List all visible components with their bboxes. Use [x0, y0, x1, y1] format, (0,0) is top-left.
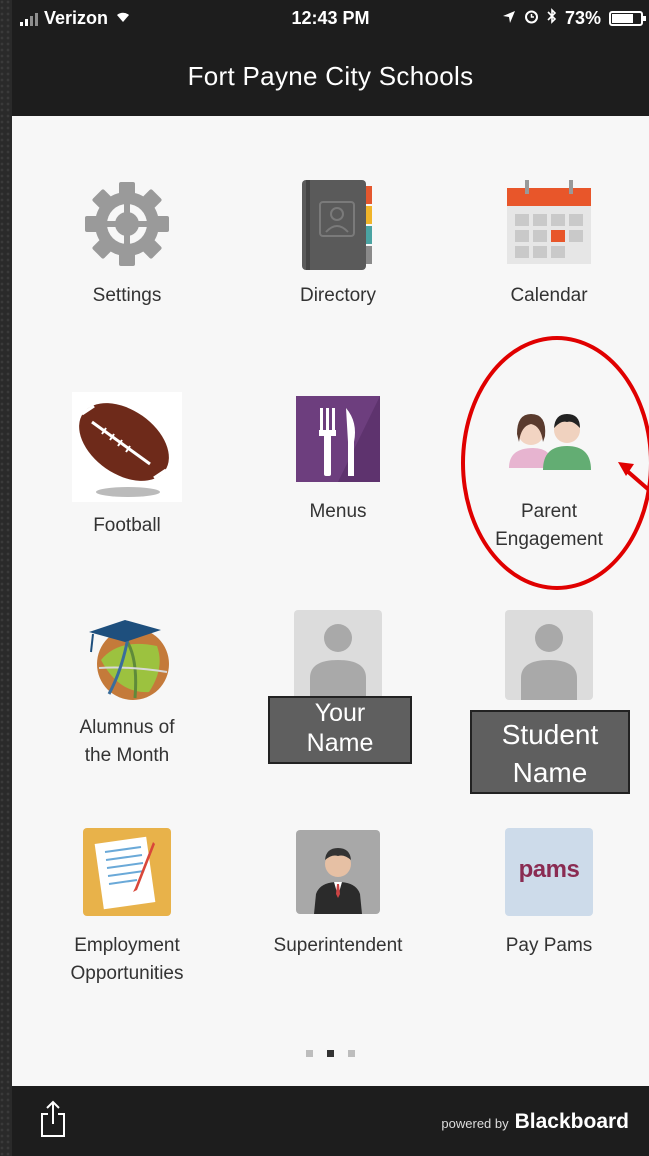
tile-settings[interactable]: Settings	[27, 176, 227, 310]
tile-alumnus[interactable]: Alumnus of the Month	[27, 608, 227, 770]
your-name-overlay: Your Name	[268, 696, 412, 764]
tile-calendar[interactable]: Calendar	[449, 176, 649, 310]
powered-by-label: powered by	[441, 1116, 509, 1131]
page-dot[interactable]	[306, 1050, 313, 1057]
student-name-overlay: Student Name	[470, 710, 630, 794]
battery-percent: 73%	[564, 8, 601, 28]
tile-directory[interactable]: Directory	[238, 176, 438, 310]
tile-employment[interactable]: Employment Opportunities	[27, 826, 227, 988]
phone-screen: Verizon 12:43 PM 73% Fort Payne City Sch…	[12, 0, 649, 1156]
tile-label: Superintendent	[273, 935, 403, 956]
tile-label: Menus	[309, 501, 367, 522]
bluetooth-icon	[547, 8, 557, 29]
tile-pay-pams[interactable]: pams Pay Pams	[449, 826, 649, 960]
avatar-placeholder-icon	[501, 608, 597, 704]
status-bar: Verizon 12:43 PM 73%	[12, 0, 649, 36]
tile-label: Settings	[92, 285, 162, 306]
tile-label: Calendar	[510, 285, 588, 306]
football-icon	[72, 392, 182, 502]
app-title: Fort Payne City Schools	[12, 36, 649, 116]
battery-icon	[609, 11, 646, 26]
tile-superintendent[interactable]: Superintendent	[238, 826, 438, 960]
tile-menus[interactable]: Menus	[238, 392, 438, 526]
tile-label: Employment Opportunities	[70, 935, 184, 984]
tile-label: Pay Pams	[505, 935, 593, 956]
status-right: 73%	[502, 8, 646, 29]
pams-logo-text: pams	[518, 856, 580, 883]
gear-icon	[79, 176, 175, 272]
page-indicator[interactable]	[12, 1050, 649, 1057]
blackboard-logo: Blackboard	[514, 1110, 629, 1133]
tile-label: Football	[93, 515, 161, 536]
arrow-annotation-icon	[618, 462, 649, 492]
calendar-icon	[501, 176, 597, 272]
tile-label: Alumnus of the Month	[79, 717, 175, 766]
powered-by: powered by Blackboard	[441, 1110, 629, 1134]
tile-football[interactable]: Football	[27, 392, 227, 540]
bottom-bar: powered by Blackboard	[12, 1086, 649, 1156]
graduation-globe-icon	[79, 608, 175, 704]
tile-student-name[interactable]	[449, 608, 649, 704]
fork-knife-icon	[290, 392, 386, 488]
tile-label: Directory	[299, 285, 376, 306]
pams-logo-icon: pams	[501, 826, 597, 922]
document-pen-icon	[79, 826, 175, 922]
address-book-icon	[290, 176, 386, 272]
share-icon[interactable]	[38, 1100, 68, 1143]
location-icon	[502, 8, 516, 29]
page-dot[interactable]	[348, 1050, 355, 1057]
alarm-icon	[524, 8, 539, 29]
businessman-icon	[290, 826, 386, 922]
tile-your-name[interactable]	[238, 608, 438, 704]
avatar-placeholder-icon	[290, 608, 386, 704]
page-dot-active[interactable]	[327, 1050, 334, 1057]
